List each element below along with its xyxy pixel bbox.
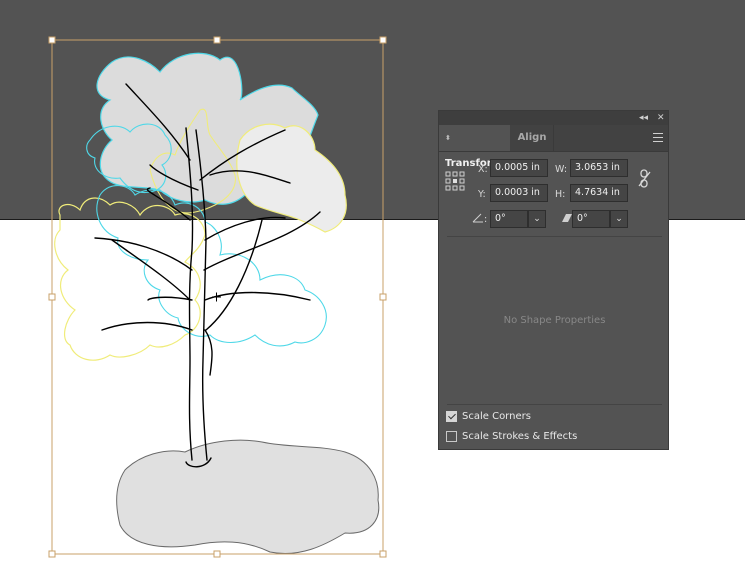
tab-align-label: Align [517, 132, 547, 143]
no-shape-properties-text: No Shape Properties [503, 315, 606, 326]
double-chevron-left-icon[interactable]: ◂◂ [639, 111, 648, 125]
scale-strokes-checkbox[interactable] [446, 431, 457, 442]
shear-dropdown[interactable]: ⌄ [610, 210, 628, 228]
handle-top-right[interactable] [379, 36, 387, 44]
tab-align[interactable]: Align [511, 125, 554, 151]
rotate-label: : [484, 214, 488, 225]
y-label: Y: [478, 189, 486, 200]
transform-panel: ◂◂ ✕ ⬍ Transform Align X: 0.0005 in W: 3… [438, 110, 669, 450]
close-icon[interactable]: ✕ [657, 111, 665, 125]
panel-divider [447, 236, 662, 237]
x-label: X: [478, 164, 488, 175]
h-label: H: [555, 189, 566, 200]
w-label: W: [555, 164, 568, 175]
scale-corners-checkbox[interactable] [446, 411, 457, 422]
tab-transform[interactable]: ⬍ Transform [439, 125, 510, 169]
rotate-angle-icon [472, 213, 483, 223]
rotate-field[interactable]: 0° [490, 210, 528, 228]
panel-tab-row: ⬍ Transform Align [439, 125, 668, 169]
handle-bottom-middle[interactable] [213, 550, 221, 558]
scale-strokes-label: Scale Strokes & Effects [462, 431, 578, 442]
constrain-proportions-icon[interactable] [638, 169, 652, 189]
chevron-down-icon: ⌄ [533, 214, 541, 224]
ground-shadow[interactable] [116, 439, 380, 554]
rotate-dropdown[interactable]: ⌄ [528, 210, 546, 228]
handle-middle-right[interactable] [379, 293, 387, 301]
handle-top-middle[interactable] [213, 36, 221, 44]
handle-bottom-right[interactable] [379, 550, 387, 558]
shear-field[interactable]: 0° [572, 210, 610, 228]
foliage-shape-right[interactable] [236, 123, 347, 233]
x-field[interactable]: 0.0005 in [490, 159, 548, 177]
chevron-down-icon: ⌄ [615, 214, 623, 224]
handle-top-left[interactable] [48, 36, 56, 44]
handle-bottom-left[interactable] [48, 550, 56, 558]
center-point-icon [212, 292, 221, 302]
reference-point-icon[interactable] [445, 171, 465, 191]
sort-arrows-icon: ⬍ [445, 134, 451, 142]
width-field[interactable]: 3.0653 in [570, 159, 628, 177]
scale-corners-label: Scale Corners [462, 411, 531, 422]
y-field[interactable]: 0.0003 in [490, 184, 548, 202]
hamburger-menu-icon[interactable] [653, 133, 663, 143]
yellow-foliage-outline [54, 197, 206, 361]
height-field[interactable]: 4.7634 in [570, 184, 628, 202]
panel-titlebar: ◂◂ ✕ [439, 111, 668, 125]
panel-divider [447, 404, 662, 405]
handle-middle-left[interactable] [48, 293, 56, 301]
